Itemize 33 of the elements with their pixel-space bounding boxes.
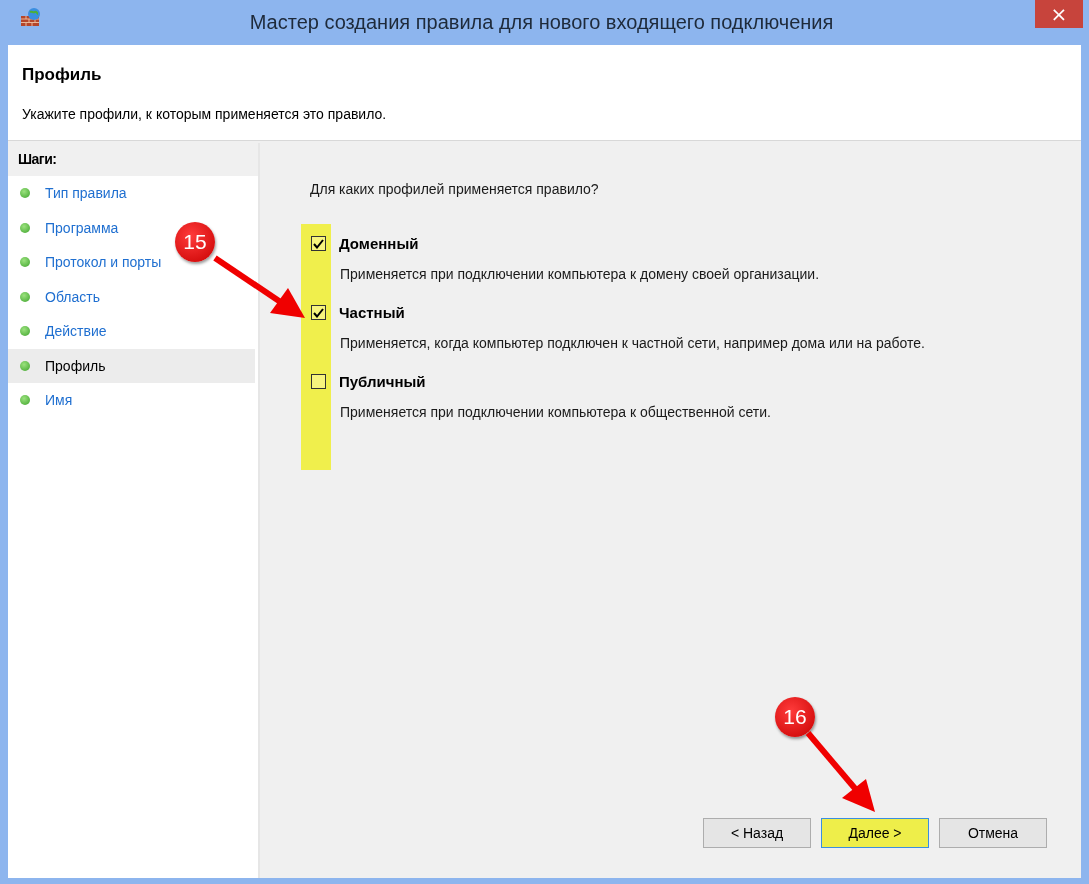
question-text: Для каких профилей применяется правило? bbox=[310, 181, 600, 197]
step-item[interactable]: Действие bbox=[8, 314, 113, 349]
wizard-button[interactable]: Далее > bbox=[821, 818, 929, 848]
step-item[interactable]: Профиль bbox=[8, 348, 255, 383]
step-item[interactable]: Имя bbox=[8, 383, 79, 418]
profile-description: Применяется при подключении компьютера к домену своей организации. bbox=[340, 265, 821, 284]
step-item[interactable]: Область bbox=[8, 279, 106, 314]
checkbox[interactable] bbox=[311, 305, 326, 320]
checkbox-label[interactable]: Частный bbox=[339, 304, 405, 321]
checkbox[interactable] bbox=[311, 236, 326, 251]
checkbox-label[interactable]: Публичный bbox=[339, 373, 426, 390]
status-dot-icon bbox=[20, 360, 30, 371]
firewall-icon bbox=[20, 6, 42, 27]
window-title: Мастер создания правила для нового входящего подключения bbox=[248, 11, 835, 34]
step-item[interactable]: Тип правила bbox=[8, 176, 133, 211]
steps-heading: Шаги: bbox=[8, 143, 258, 176]
profile-description: Применяется, когда компьютер подключен к частной сети, например дома или на работе. bbox=[340, 334, 926, 353]
status-dot-icon bbox=[20, 222, 30, 233]
step-item[interactable]: Программа bbox=[8, 210, 125, 245]
status-dot-icon bbox=[20, 188, 30, 199]
wizard-button[interactable]: < Назад bbox=[703, 818, 811, 848]
page-title: Профиль bbox=[22, 65, 103, 85]
page-subtitle: Укажите профили, к которым применяется это правило. bbox=[22, 106, 388, 122]
wizard-button[interactable]: Отмена bbox=[939, 818, 1047, 848]
status-dot-icon bbox=[20, 291, 30, 302]
profile-description: Применяется при подключении компьютера к общественной сети. bbox=[340, 403, 772, 422]
status-dot-icon bbox=[20, 326, 30, 337]
step-item[interactable]: Протокол и порты bbox=[8, 245, 168, 280]
status-dot-icon bbox=[20, 395, 30, 406]
checkbox-label[interactable]: Доменный bbox=[339, 235, 419, 252]
checkbox[interactable] bbox=[311, 374, 326, 389]
status-dot-icon bbox=[20, 257, 30, 268]
close-button[interactable]: × bbox=[1035, 0, 1083, 28]
